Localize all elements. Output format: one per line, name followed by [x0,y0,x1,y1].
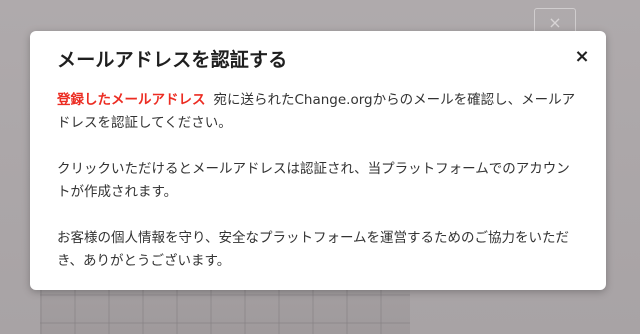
thanks-paragraph: お客様の個人情報を守り、安全なプラットフォームを運営するためのご協力をいただき、… [57,230,570,269]
instruction-paragraph: 登録したメールアドレス 宛に送られたChange.orgからのメールを確認し、メー… [57,89,581,135]
verification-info-paragraph: クリックいただけるとメールアドレスは認証され、当プラットフォームでのアカウントが… [57,161,570,200]
modal-title: メールアドレスを認証する [57,49,288,71]
registered-email-highlight: 登録したメールアドレス [57,92,206,108]
verify-email-modal: メールアドレスを認証する × 登録したメールアドレス 宛に送られたChange.o… [30,31,606,290]
modal-body: 登録したメールアドレス 宛に送られたChange.orgからのメールを確認し、メー… [57,89,581,296]
close-icon[interactable]: × [572,47,592,67]
